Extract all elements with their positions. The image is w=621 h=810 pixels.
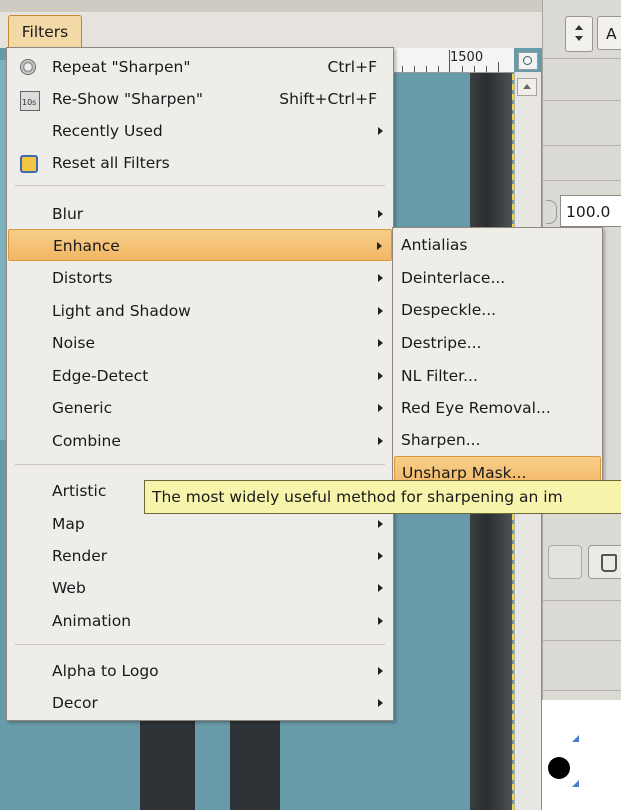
menu-item-accelerator: Ctrl+F bbox=[327, 58, 377, 76]
submenu-arrow-icon bbox=[378, 699, 383, 707]
menu-item-recently-used[interactable]: Recently Used bbox=[8, 115, 392, 147]
menu-item-label: Reset all Filters bbox=[52, 154, 170, 172]
menu-separator bbox=[15, 644, 385, 645]
menu-item-label: Antialias bbox=[401, 236, 468, 254]
brush-preview bbox=[542, 700, 621, 810]
submenu-item-antialias[interactable]: Antialias bbox=[394, 229, 601, 261]
menu-item-noise[interactable]: Noise bbox=[8, 327, 392, 359]
submenu-item-red-eye-removal[interactable]: Red Eye Removal... bbox=[394, 392, 601, 424]
menu-item-decor[interactable]: Decor bbox=[8, 687, 392, 719]
menu-item-alpha-to-logo[interactable]: Alpha to Logo bbox=[8, 655, 392, 687]
menu-item-light-and-shadow[interactable]: Light and Shadow bbox=[8, 295, 392, 327]
menu-item-label: Despeckle... bbox=[401, 301, 497, 319]
menu-item-label: Blur bbox=[52, 205, 84, 223]
menu-item-label: Alpha to Logo bbox=[52, 662, 159, 680]
menu-item-label: Distorts bbox=[52, 269, 113, 287]
menu-item-label: Generic bbox=[52, 399, 113, 417]
filters-menu: Repeat "Sharpen" Ctrl+F Re-Show "Sharpen… bbox=[6, 47, 394, 721]
menu-item-label: Edge-Detect bbox=[52, 367, 149, 385]
menu-item-generic[interactable]: Generic bbox=[8, 392, 392, 424]
opacity-field[interactable]: 100.0 bbox=[560, 195, 621, 227]
menu-item-label: Enhance bbox=[53, 237, 120, 255]
brush-corner-icon bbox=[572, 780, 579, 787]
menu-item-label: NL Filter... bbox=[401, 367, 478, 385]
submenu-arrow-icon bbox=[378, 617, 383, 625]
brush-dot-icon[interactable] bbox=[548, 757, 570, 779]
menu-item-label: Re-Show "Sharpen" bbox=[52, 90, 203, 108]
submenu-arrow-icon bbox=[378, 210, 383, 218]
menu-item-web[interactable]: Web bbox=[8, 572, 392, 604]
submenu-arrow-icon bbox=[378, 127, 383, 135]
horizontal-ruler: 1500 bbox=[392, 48, 514, 73]
menu-item-label: Light and Shadow bbox=[52, 302, 191, 320]
filters-menu-title[interactable]: Filters bbox=[8, 15, 82, 47]
submenu-item-despeckle[interactable]: Despeckle... bbox=[394, 294, 601, 326]
menu-item-accelerator: Shift+Ctrl+F bbox=[279, 90, 377, 108]
menu-item-enhance[interactable]: Enhance bbox=[8, 229, 392, 261]
menu-item-render[interactable]: Render bbox=[8, 540, 392, 572]
menu-item-label: Destripe... bbox=[401, 334, 482, 352]
submenu-item-sharpen[interactable]: Sharpen... bbox=[394, 424, 601, 456]
menu-item-label: Combine bbox=[52, 432, 121, 450]
menu-item-label: Animation bbox=[52, 612, 132, 630]
menu-item-label: Repeat "Sharpen" bbox=[52, 58, 191, 76]
submenu-arrow-icon bbox=[378, 584, 383, 592]
menu-item-animation[interactable]: Animation bbox=[8, 605, 392, 637]
tooltip: The most widely useful method for sharpe… bbox=[144, 480, 621, 514]
repeat-filter-icon bbox=[20, 59, 36, 75]
submenu-arrow-icon bbox=[377, 242, 382, 250]
menu-separator bbox=[15, 185, 385, 186]
ruler-label: 1500 bbox=[450, 50, 484, 65]
spin-button[interactable] bbox=[565, 16, 593, 52]
menu-separator bbox=[15, 464, 385, 465]
delete-button[interactable] bbox=[588, 545, 621, 579]
navigate-icon[interactable] bbox=[518, 52, 538, 70]
menu-item-reset-all-filters[interactable]: Reset all Filters bbox=[8, 147, 392, 179]
menu-item-label: Deinterlace... bbox=[401, 269, 506, 287]
submenu-item-destripe[interactable]: Destripe... bbox=[394, 327, 601, 359]
submenu-arrow-icon bbox=[378, 307, 383, 315]
mode-combo[interactable]: A bbox=[597, 16, 621, 50]
submenu-arrow-icon bbox=[378, 552, 383, 560]
submenu-arrow-icon bbox=[378, 667, 383, 675]
menu-item-blur[interactable]: Blur bbox=[8, 198, 392, 230]
menu-item-label: Recently Used bbox=[52, 122, 163, 140]
submenu-arrow-icon bbox=[378, 372, 383, 380]
enhance-submenu: Antialias Deinterlace... Despeckle... De… bbox=[392, 227, 603, 488]
menu-item-edge-detect[interactable]: Edge-Detect bbox=[8, 360, 392, 392]
menu-item-label: Red Eye Removal... bbox=[401, 399, 551, 417]
menu-item-label: Render bbox=[52, 547, 108, 565]
submenu-arrow-icon bbox=[378, 274, 383, 282]
submenu-item-nl-filter[interactable]: NL Filter... bbox=[394, 360, 601, 392]
menu-item-label: Artistic bbox=[52, 482, 107, 500]
reset-filters-icon bbox=[20, 155, 38, 173]
menu-item-combine[interactable]: Combine bbox=[8, 425, 392, 457]
dock-action-button[interactable] bbox=[548, 545, 582, 579]
menu-item-label: Map bbox=[52, 515, 85, 533]
submenu-arrow-icon bbox=[378, 520, 383, 528]
menu-item-reshow-sharpen[interactable]: Re-Show "Sharpen" Shift+Ctrl+F bbox=[8, 83, 392, 115]
menu-item-label: Noise bbox=[52, 334, 95, 352]
menu-item-label: Sharpen... bbox=[401, 431, 481, 449]
submenu-arrow-icon bbox=[378, 437, 383, 445]
menu-item-repeat-sharpen[interactable]: Repeat "Sharpen" Ctrl+F bbox=[8, 51, 392, 83]
menu-item-distorts[interactable]: Distorts bbox=[8, 262, 392, 294]
scroll-up-button[interactable] bbox=[517, 78, 537, 96]
brush-corner-icon bbox=[572, 735, 579, 742]
menu-item-label: Web bbox=[52, 579, 86, 597]
reshow-filter-icon bbox=[20, 91, 40, 111]
menu-item-label: Decor bbox=[52, 694, 98, 712]
chain-icon[interactable] bbox=[546, 200, 557, 224]
submenu-arrow-icon bbox=[378, 339, 383, 347]
submenu-arrow-icon bbox=[378, 404, 383, 412]
submenu-item-deinterlace[interactable]: Deinterlace... bbox=[394, 262, 601, 294]
